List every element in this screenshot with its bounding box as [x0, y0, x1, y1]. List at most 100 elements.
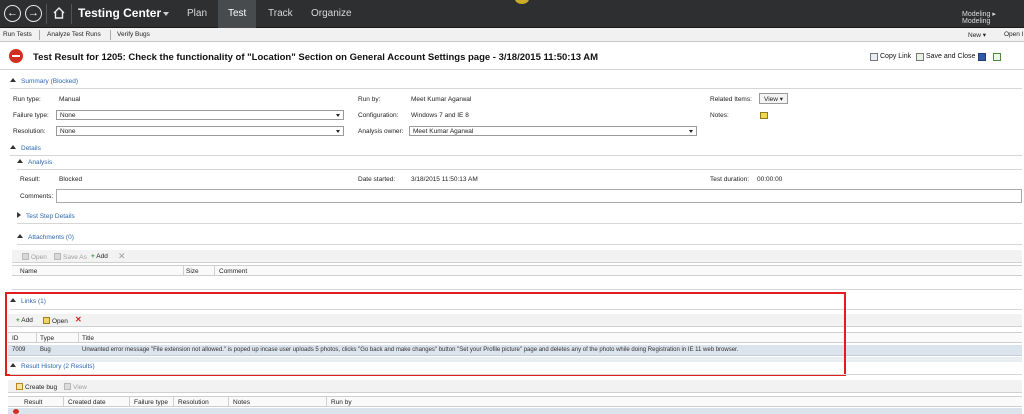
column-comment[interactable]: Comment	[219, 268, 247, 275]
divider	[17, 169, 1022, 170]
test-step-details-heading[interactable]: Test Step Details	[17, 212, 75, 220]
save-close-icon[interactable]	[916, 53, 924, 61]
analysis-subsection-heading[interactable]: Analysis	[17, 159, 52, 166]
divider	[71, 4, 72, 24]
run-type-value: Manual	[59, 96, 81, 103]
delete-attachment-icon[interactable]: ✕	[118, 251, 126, 262]
column-name[interactable]: Name	[20, 268, 37, 275]
tab-track[interactable]: Track	[268, 8, 293, 19]
run-tests-link[interactable]: Run Tests	[3, 31, 32, 38]
notes-label: Notes:	[710, 112, 729, 119]
divider	[326, 397, 327, 407]
column-failure-type[interactable]: Failure type	[134, 399, 168, 406]
analysis-owner-value: Meet Kumar Agarwal	[413, 128, 474, 135]
result-label: Result:	[20, 176, 41, 183]
view-related-button[interactable]: View ▾	[759, 93, 789, 104]
add-attachment-button[interactable]: + Add	[91, 253, 108, 260]
details-heading-label: Details	[21, 145, 41, 152]
summary-section-heading[interactable]: Summary (Blocked)	[10, 78, 78, 85]
view-icon	[64, 383, 71, 390]
history-toolbar: Create bug View	[8, 380, 1022, 393]
divider	[10, 88, 1022, 89]
divider	[173, 397, 174, 407]
save-and-close-button[interactable]: Save and Close	[926, 53, 975, 60]
divider	[129, 397, 130, 407]
divider	[228, 397, 229, 407]
chevron-down-icon[interactable]	[163, 12, 169, 16]
back-arrow-icon[interactable]: ←	[4, 5, 21, 22]
copy-link-button[interactable]: Copy Link	[880, 53, 911, 60]
date-started-value: 3/18/2015 11:50:13 AM	[411, 176, 478, 183]
divider	[214, 266, 215, 276]
failure-type-select[interactable]: None	[56, 110, 344, 120]
copy-link-icon[interactable]	[870, 53, 878, 61]
divider	[17, 244, 1022, 245]
save-as-label: Save As	[63, 254, 87, 261]
column-created-date[interactable]: Created date	[68, 399, 106, 406]
column-size[interactable]: Size	[186, 268, 199, 275]
result-history-heading-label: Result History (2 Results)	[21, 363, 95, 370]
divider	[10, 155, 1022, 156]
divider	[63, 397, 64, 407]
run-by-value: Meet Kumar Agarwal	[411, 96, 472, 103]
home-icon[interactable]	[52, 6, 66, 20]
configuration-value: Windows 7 and IE 8	[411, 112, 469, 119]
open-attachment-label: Open	[31, 254, 47, 261]
analysis-owner-select[interactable]: Meet Kumar Agarwal	[409, 126, 697, 136]
comments-input[interactable]	[56, 189, 1022, 203]
column-run-by[interactable]: Run by	[331, 399, 352, 406]
comments-label: Comments:	[20, 193, 54, 200]
save-as-attachment-button[interactable]: Save As	[54, 253, 87, 261]
result-history-heading[interactable]: Result History (2 Results)	[10, 363, 95, 370]
highlight-annotation-box	[5, 292, 846, 376]
breadcrumb[interactable]: Modeling ▸ Modeling	[962, 10, 1024, 25]
attachments-column-header: Name Size Comment	[12, 265, 1022, 276]
failure-type-value: None	[60, 112, 76, 119]
notes-icon[interactable]	[760, 112, 768, 119]
attachments-section-heading[interactable]: Attachments (0)	[17, 234, 74, 241]
run-by-label: Run by:	[358, 96, 381, 103]
collapse-icon	[17, 159, 23, 163]
column-result[interactable]: Result	[24, 399, 42, 406]
forward-arrow-icon[interactable]: →	[25, 5, 42, 22]
divider	[17, 223, 1022, 224]
test-duration-value: 00:00:00	[757, 176, 783, 183]
blocked-status-icon	[13, 409, 19, 414]
test-duration-label: Test duration:	[710, 176, 750, 183]
analyze-test-runs-link[interactable]: Analyze Test Runs	[47, 31, 101, 38]
open-attachment-button[interactable]: Open	[22, 253, 47, 261]
add-attachment-label: Add	[96, 253, 108, 260]
divider	[46, 4, 47, 24]
top-navigation-bar: ← → Testing Center Plan Test Track Organ…	[0, 0, 1024, 28]
configuration-label: Configuration:	[358, 112, 399, 119]
date-started-label: Date started:	[358, 176, 396, 183]
tab-organize[interactable]: Organize	[311, 8, 352, 19]
column-resolution[interactable]: Resolution	[178, 399, 209, 406]
details-section-heading[interactable]: Details	[10, 145, 41, 152]
collapse-icon	[10, 78, 16, 82]
related-items-label: Related Items:	[710, 96, 752, 103]
resolution-select[interactable]: None	[56, 126, 344, 136]
verify-bugs-link[interactable]: Verify Bugs	[117, 31, 150, 38]
export-icon[interactable]	[993, 53, 1001, 61]
column-notes[interactable]: Notes	[233, 399, 250, 406]
secondary-toolbar: Run Tests Analyze Test Runs Verify Bugs …	[0, 28, 1024, 42]
collapse-icon	[10, 363, 16, 367]
blocked-status-icon	[9, 49, 23, 63]
app-title: Testing Center	[78, 6, 162, 20]
tab-test[interactable]: Test	[218, 0, 257, 28]
view-history-label: View	[73, 384, 87, 391]
test-step-heading-label: Test Step Details	[26, 213, 75, 220]
divider	[10, 374, 1022, 375]
view-history-button[interactable]: View	[64, 383, 87, 391]
new-menu[interactable]: New ▾	[968, 31, 986, 39]
page-title: Test Result for 1205: Check the function…	[33, 52, 599, 63]
table-row[interactable]	[8, 408, 1022, 414]
result-header: Test Result for 1205: Check the function…	[0, 44, 1024, 70]
save-icon[interactable]	[978, 53, 986, 61]
create-bug-button[interactable]: Create bug	[16, 383, 57, 391]
open-icon	[22, 253, 29, 260]
tab-plan[interactable]: Plan	[187, 8, 207, 19]
summary-heading-label: Summary (Blocked)	[21, 78, 79, 85]
open-menu[interactable]: Open I	[1004, 31, 1024, 38]
